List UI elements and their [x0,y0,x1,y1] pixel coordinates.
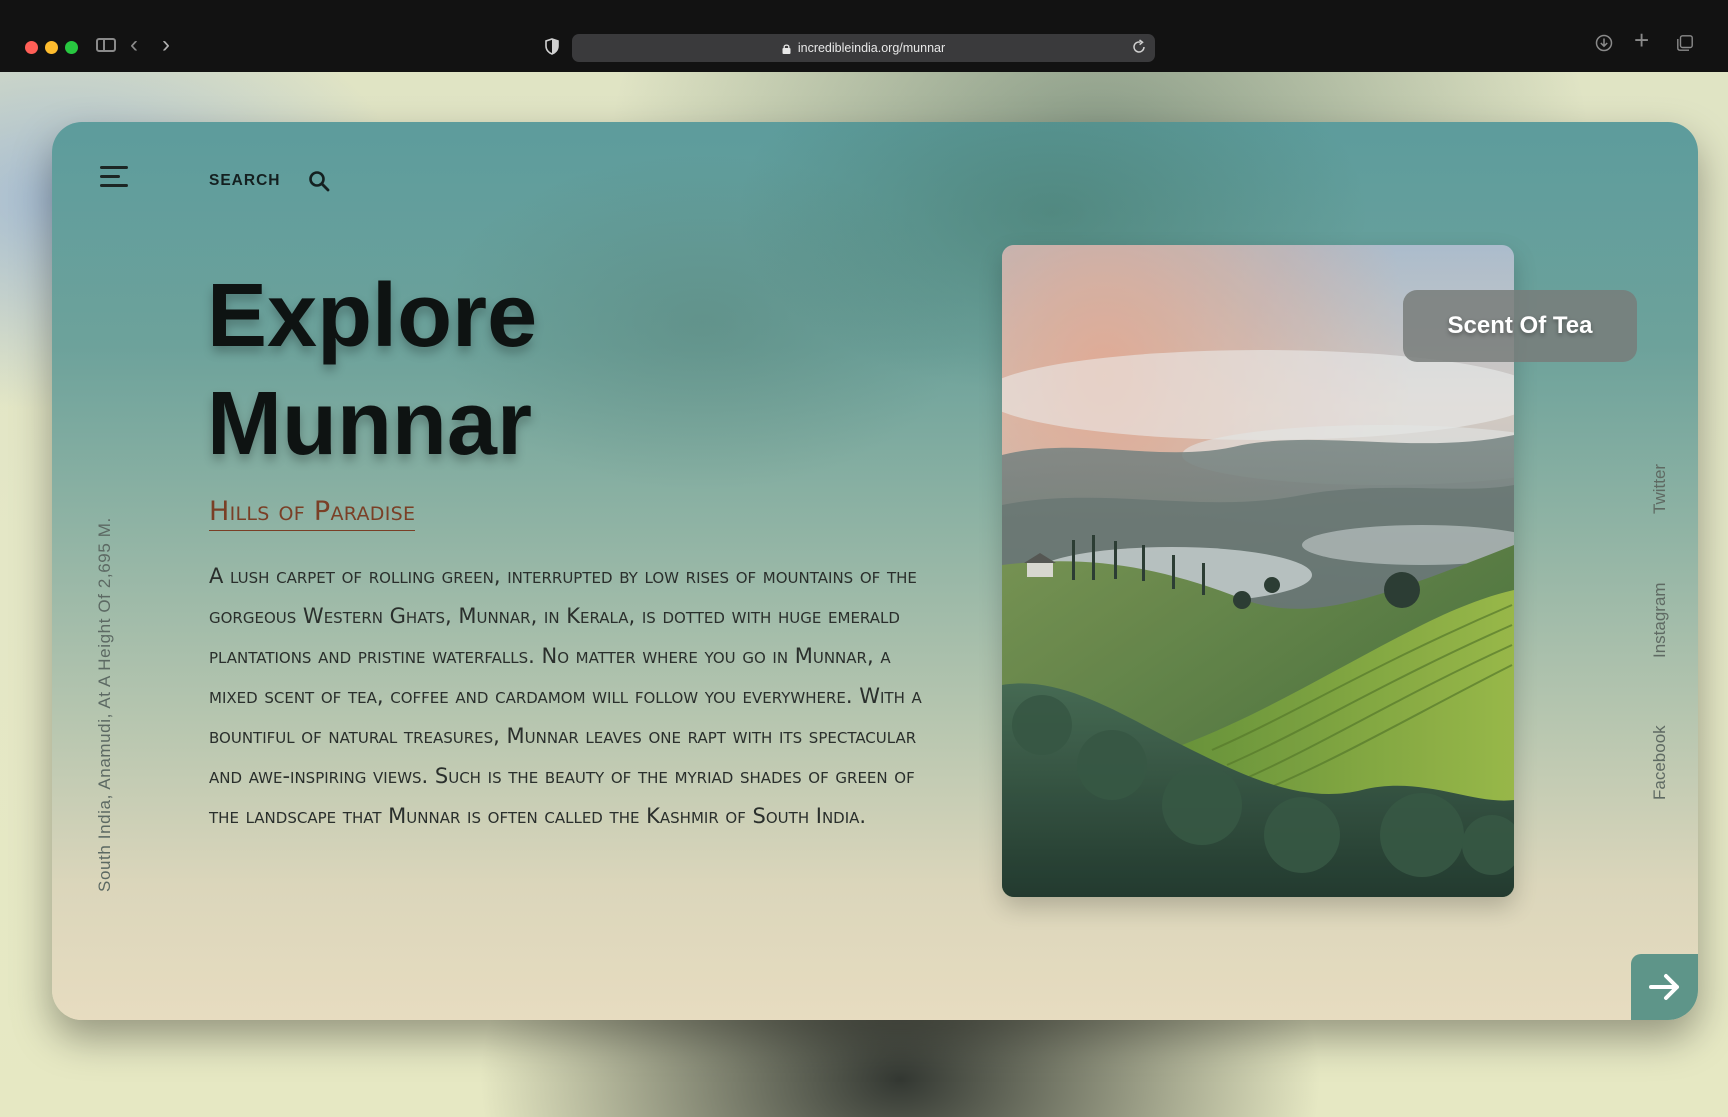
title-line-1: Explore [207,266,538,366]
search-label[interactable]: SEARCH [209,172,280,190]
hamburger-menu-icon[interactable] [100,166,130,190]
reload-icon[interactable] [1131,39,1147,55]
hero-card: SEARCH Explore Munnar Hills of Paradise … [52,122,1698,1020]
new-tab-icon[interactable]: + [1634,27,1649,53]
twitter-link[interactable]: Twitter [1650,464,1670,514]
zoom-window-button[interactable] [65,41,78,54]
back-arrow-icon[interactable]: ‹ [130,33,138,57]
close-window-button[interactable] [25,41,38,54]
facebook-link[interactable]: Facebook [1650,725,1670,800]
subtitle-link[interactable]: Hills of Paradise [209,496,416,531]
search-icon[interactable] [308,170,330,192]
description-text: A lush carpet of rolling green, interrup… [209,564,922,828]
instagram-link[interactable]: Instagram [1650,582,1670,658]
download-icon[interactable] [1595,34,1613,52]
minimize-window-button[interactable] [45,41,58,54]
title-line-2: Munnar [207,374,532,474]
lock-icon [782,44,791,54]
sidebar-toggle-icon[interactable] [96,38,116,52]
page-title: Explore Munnar [207,262,537,478]
browser-toolbar: ‹ › incredibleindia.org/munnar + [0,0,1728,72]
privacy-shield-icon[interactable] [545,38,559,55]
location-caption: South India, Anamudi, At A Height Of 2,6… [95,517,114,892]
scent-of-tea-badge[interactable]: Scent Of Tea [1403,290,1637,362]
next-button[interactable] [1631,954,1698,1020]
tab-overview-icon[interactable] [1677,35,1693,51]
address-bar[interactable]: incredibleindia.org/munnar [572,34,1155,62]
url-text: incredibleindia.org/munnar [797,41,946,55]
arrow-right-icon [1648,974,1679,1000]
forward-arrow-icon[interactable]: › [162,33,170,57]
